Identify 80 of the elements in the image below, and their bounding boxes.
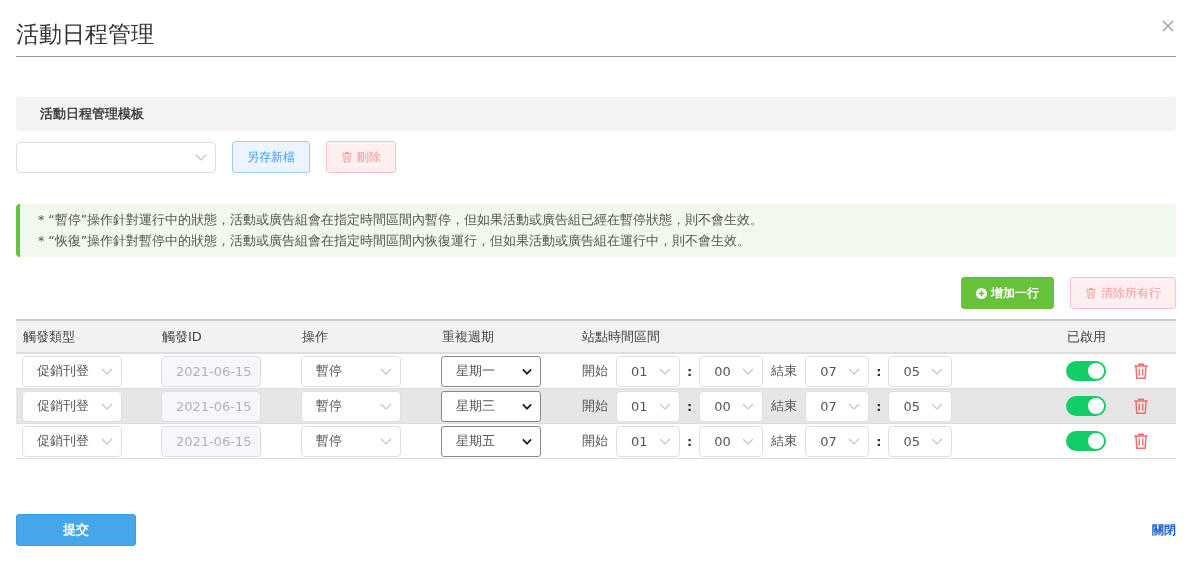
time-separator: : bbox=[876, 433, 882, 449]
enabled-toggle[interactable] bbox=[1066, 361, 1106, 381]
notice-text: * “恢復”操作針對暫停中的狀態，活動或廣告組會在指定時間區間內恢復運行，但如果活動或廣告組在運行中，則不會生效。 bbox=[38, 233, 752, 249]
start-label: 開始 bbox=[582, 397, 608, 415]
delete-row-button[interactable] bbox=[1132, 432, 1150, 450]
column-header: 站點時間區間 bbox=[581, 327, 661, 346]
end-minute-select[interactable]: 05 bbox=[888, 390, 953, 422]
chevron-down-icon bbox=[522, 437, 532, 445]
operation-select[interactable]: 暫停 bbox=[301, 425, 401, 457]
chevron-down-icon bbox=[931, 402, 944, 410]
chevron-down-icon bbox=[101, 367, 113, 375]
chevron-down-icon bbox=[848, 402, 861, 410]
trash-icon bbox=[1132, 397, 1150, 415]
end-minute-select[interactable]: 05 bbox=[888, 355, 953, 387]
trash-icon bbox=[1085, 287, 1097, 299]
chevron-down-icon bbox=[742, 367, 755, 375]
chevron-down-icon bbox=[848, 367, 861, 375]
end-label: 結束 bbox=[771, 362, 798, 380]
close-link[interactable]: 關閉 bbox=[1152, 521, 1176, 539]
chevron-down-icon bbox=[522, 402, 532, 410]
end-label: 結束 bbox=[771, 432, 798, 450]
delete-row-button[interactable] bbox=[1132, 397, 1150, 415]
start-label: 開始 bbox=[582, 432, 608, 450]
template-heading: 活動日程管理模板 bbox=[40, 105, 144, 123]
start-minute-select[interactable]: 00 bbox=[699, 355, 764, 387]
column-header: 操作 bbox=[301, 327, 329, 346]
dialog-title: 活動日程管理 bbox=[16, 20, 154, 49]
notice-text: * “暫停”操作針對運行中的狀態，活動或廣告組會在指定時間區間內暫停，但如果活動或廣告組已經在暫停狀態，則不會生效。 bbox=[38, 212, 765, 228]
start-minute-select[interactable]: 00 bbox=[699, 425, 764, 457]
chevron-down-icon bbox=[742, 402, 755, 410]
repeat-select[interactable]: 星期一 bbox=[441, 355, 541, 387]
repeat-select[interactable]: 星期三 bbox=[441, 390, 541, 422]
start-hour-select[interactable]: 01 bbox=[616, 390, 680, 422]
enabled-toggle[interactable] bbox=[1066, 396, 1106, 416]
template-select[interactable] bbox=[16, 141, 216, 173]
repeat-select[interactable]: 星期五 bbox=[441, 425, 541, 457]
chevron-down-icon bbox=[848, 437, 861, 445]
start-label: 開始 bbox=[582, 362, 608, 380]
time-separator: : bbox=[687, 363, 693, 379]
start-hour-select[interactable]: 01 bbox=[616, 425, 680, 457]
time-separator: : bbox=[876, 363, 882, 379]
operation-select[interactable]: 暫停 bbox=[301, 355, 401, 387]
trash-icon bbox=[1132, 432, 1150, 450]
chevron-down-icon bbox=[380, 437, 392, 445]
trigger-type-select[interactable]: 促銷刊登 bbox=[22, 355, 122, 387]
enabled-toggle[interactable] bbox=[1066, 431, 1106, 451]
end-label: 結束 bbox=[771, 397, 798, 415]
chevron-down-icon bbox=[931, 437, 944, 445]
end-hour-select[interactable]: 07 bbox=[805, 390, 870, 422]
close-icon[interactable] bbox=[1162, 20, 1174, 32]
column-header: 觸發類型 bbox=[22, 327, 76, 346]
delete-row-button[interactable] bbox=[1132, 362, 1150, 380]
start-hour-select[interactable]: 01 bbox=[616, 355, 680, 387]
chevron-down-icon bbox=[522, 367, 532, 375]
chevron-down-icon bbox=[195, 153, 207, 161]
trash-icon bbox=[1132, 362, 1150, 380]
chevron-down-icon bbox=[659, 437, 671, 445]
column-header: 重複週期 bbox=[441, 327, 495, 346]
end-hour-select[interactable]: 07 bbox=[805, 425, 870, 457]
chevron-down-icon bbox=[931, 367, 944, 375]
chevron-down-icon bbox=[101, 402, 113, 410]
chevron-down-icon bbox=[380, 402, 392, 410]
chevron-down-icon bbox=[659, 367, 671, 375]
chevron-down-icon bbox=[380, 367, 392, 375]
column-header: 觸發ID bbox=[161, 327, 203, 346]
time-separator: : bbox=[876, 398, 882, 414]
trigger-type-select[interactable]: 促銷刊登 bbox=[22, 390, 122, 422]
start-minute-select[interactable]: 00 bbox=[699, 390, 764, 422]
trigger-type-select[interactable]: 促銷刊登 bbox=[22, 425, 122, 457]
chevron-down-icon bbox=[659, 402, 671, 410]
chevron-down-icon bbox=[742, 437, 755, 445]
end-minute-select[interactable]: 05 bbox=[888, 425, 953, 457]
time-separator: : bbox=[687, 433, 693, 449]
trash-icon bbox=[341, 151, 353, 163]
time-separator: : bbox=[687, 398, 693, 414]
column-header: 已啟用 bbox=[1065, 327, 1107, 346]
plus-circle-icon bbox=[976, 287, 987, 299]
chevron-down-icon bbox=[101, 437, 113, 445]
operation-select[interactable]: 暫停 bbox=[301, 390, 401, 422]
end-hour-select[interactable]: 07 bbox=[805, 355, 870, 387]
